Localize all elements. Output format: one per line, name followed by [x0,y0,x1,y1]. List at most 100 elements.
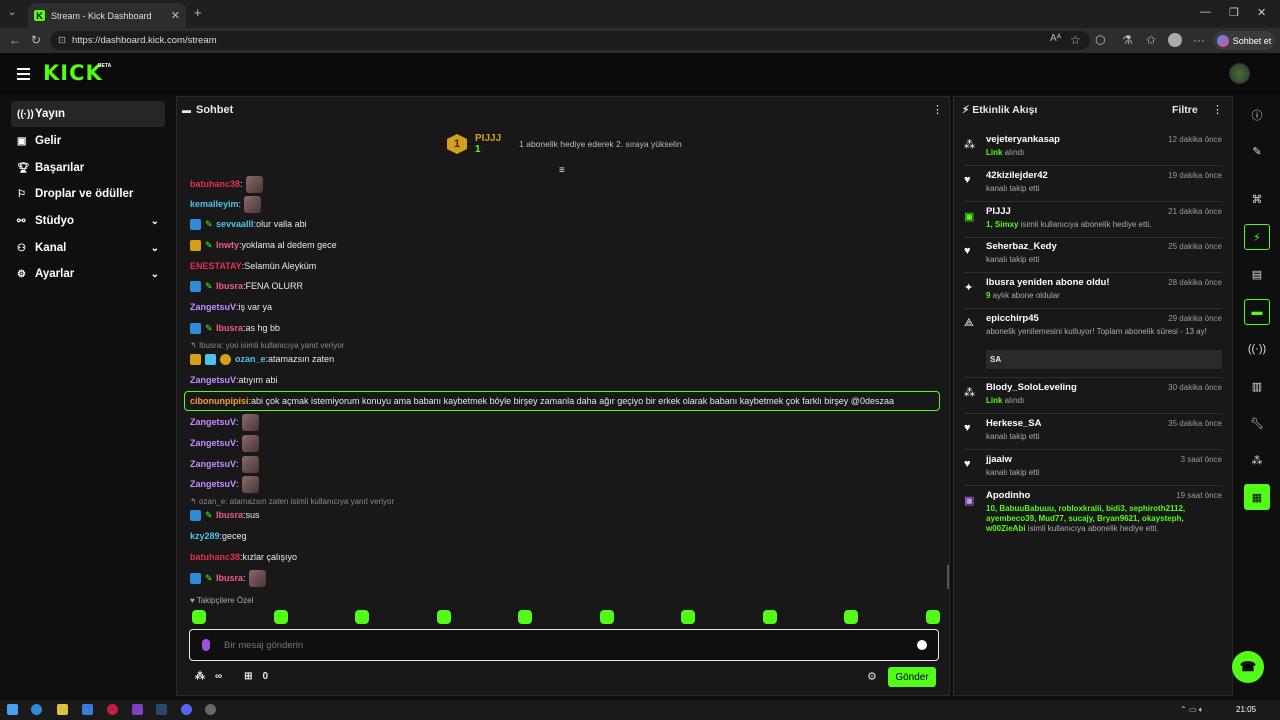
reply-context[interactable]: ↰ Ibusra: yoo isimli kullanıcıya yanıt v… [190,341,344,350]
event-user[interactable]: Apodinho [986,490,1030,501]
quick-emote[interactable] [762,610,777,624]
chat-username[interactable]: batuhanc38 [190,179,240,189]
quick-emote[interactable] [599,610,614,624]
event-user[interactable]: Seherbaz_Kedy [986,241,1057,252]
copilot-chat-button[interactable]: Sohbet et [1213,31,1275,50]
event-user[interactable]: vejeteryankasap [986,134,1060,145]
points-icon[interactable]: ⁂ [1244,447,1270,473]
gift-leaderboard[interactable]: 1 PIJJJ 1 1 abonelik hediye ederek 2. sı… [447,133,682,155]
windows-start-icon[interactable] [7,704,18,715]
event-user[interactable]: 42kizilejder42 [986,170,1048,181]
chat-username[interactable]: Ibusra [216,281,243,291]
wrench-icon[interactable]: 🔧︎ [1244,410,1270,436]
collapse-pinned-icon[interactable]: ≡ [559,165,565,176]
event-user[interactable]: Blody_SoloLeveling [986,382,1077,393]
maximize-icon[interactable]: ❐ [1229,6,1239,19]
broadcast-icon[interactable]: ((·)) [1244,336,1270,362]
vs-icon[interactable] [132,704,143,715]
chat-username[interactable]: Ibusra [216,510,243,520]
help-chat-icon[interactable]: ☎ [1232,651,1264,683]
profile-icon[interactable] [1168,33,1182,47]
chat-username[interactable]: ozan_e [235,354,266,364]
sidebar-item-basarilar[interactable]: 🏆︎ Başarılar [11,155,165,181]
points-icon[interactable]: ⁂ [195,671,205,682]
sidebar-item-yayin[interactable]: ((·)) Yayın [11,101,165,127]
quick-emote[interactable] [681,610,696,624]
more-icon[interactable]: ··· [1193,33,1205,47]
event-user[interactable]: PIJJJ [986,206,1011,217]
extensions-icon[interactable]: ⬡ [1095,33,1105,47]
quick-emote[interactable] [518,610,533,624]
quick-emote[interactable] [844,610,859,624]
chat-username[interactable]: Ibusra [216,573,243,583]
quick-emote[interactable] [436,610,451,624]
close-tab-icon[interactable]: ✕ [171,9,180,22]
chat-username[interactable]: Inwty [216,240,239,250]
chat-username[interactable]: cibonunpipisi [190,396,249,406]
edge-icon[interactable] [31,704,42,715]
user-avatar[interactable] [1229,63,1250,84]
collections-icon[interactable]: ⚗ [1122,33,1133,47]
site-info-icon[interactable]: ⊡ [58,35,66,46]
edit-icon[interactable]: ✎ [1244,138,1270,164]
browser-tab[interactable]: K Stream - Kick Dashboard ✕ [28,3,186,28]
clock[interactable]: 21:05 [1236,705,1256,714]
sidebar-item-studyo[interactable]: ⚯ Stüdyo ⌄ [11,208,165,234]
event-user[interactable]: Ibusra yeniden abone oldu! [986,277,1110,288]
minimize-icon[interactable]: — [1200,6,1211,18]
chat-toggle-icon[interactable]: ▬ [1244,299,1270,325]
chat-username[interactable]: ZangetsuV [190,459,236,469]
sidebar-item-ayarlar[interactable]: ⚙ Ayarlar ⌄ [11,261,165,287]
chat-username[interactable]: kemalleyim [190,199,239,209]
discord-icon[interactable] [181,704,192,715]
layout-icon[interactable]: ▥ [1244,373,1270,399]
sidebar-item-kanal[interactable]: ⚇ Kanal ⌄ [11,235,165,261]
close-window-icon[interactable]: ✕ [1257,6,1266,19]
event-user[interactable]: jjaaiw [986,454,1012,465]
quick-emote[interactable] [192,610,206,624]
chat-options-icon[interactable]: ⋮ [932,103,943,116]
chat-username[interactable]: ENESTATAY [190,261,242,271]
chat-username[interactable]: Ibusra [216,323,243,333]
chat-username[interactable]: ZangetsuV [190,438,236,448]
info-icon[interactable]: ⓘ [1244,102,1270,128]
document-icon[interactable]: ▤ [1244,261,1270,287]
sidebar-item-gelir[interactable]: ▣ Gelir [11,128,165,154]
mic-icon[interactable] [202,639,210,651]
kick-logo[interactable]: KICK [43,61,103,85]
activity-options-icon[interactable]: ⋮ [1212,103,1223,116]
chat-username[interactable]: batuhanc38 [190,552,240,562]
favorite-star-icon[interactable]: ☆ [1070,33,1081,47]
sidebar-item-droplar[interactable]: ⚐ Droplar ve ödüller [11,181,165,207]
reload-icon[interactable]: ↻ [31,33,41,47]
emoji-picker-icon[interactable] [917,640,927,650]
new-tab-icon[interactable]: + [194,5,202,20]
reply-context[interactable]: ↰ ozan_e: atamazsın zaten isimli kullanı… [190,497,394,506]
chat-message-input[interactable] [224,639,904,651]
steam-icon[interactable] [156,704,167,715]
file-explorer-icon[interactable] [57,704,68,715]
screen-icon[interactable]: ⌘ [1244,186,1270,212]
tab-search-icon[interactable]: ⌄ [8,7,16,18]
chat-username[interactable]: kzy289 [190,531,220,541]
chat-username[interactable]: ZangetsuV [190,417,236,427]
chat-scrollbar[interactable] [947,565,949,589]
quick-emote[interactable] [355,610,370,624]
app-icon[interactable] [82,704,93,715]
event-user[interactable]: epicchirp45 [986,313,1039,324]
chat-username[interactable]: ZangetsuV [190,302,236,312]
url-field[interactable]: ⊡ https://dashboard.kick.com/stream [50,31,1090,50]
quick-emote[interactable] [273,610,288,624]
chat-username[interactable]: ZangetsuV [190,479,236,489]
opera-icon[interactable] [107,704,118,715]
activity-feed-toggle-icon[interactable]: ⚡︎ [1244,224,1270,250]
quick-emote[interactable] [925,610,940,624]
chat-username[interactable]: sevvaalll [216,219,254,229]
event-user[interactable]: Herkese_SA [986,418,1041,429]
chat-settings-icon[interactable]: ⚙ [867,670,877,683]
menu-hamburger-icon[interactable] [17,68,30,83]
chat-username[interactable]: ZangetsuV [190,375,236,385]
obs-icon[interactable] [205,704,216,715]
favorites-icon[interactable]: ✩ [1146,33,1156,47]
system-tray[interactable]: ⌃ ▭ 🔈︎ [1180,705,1204,715]
